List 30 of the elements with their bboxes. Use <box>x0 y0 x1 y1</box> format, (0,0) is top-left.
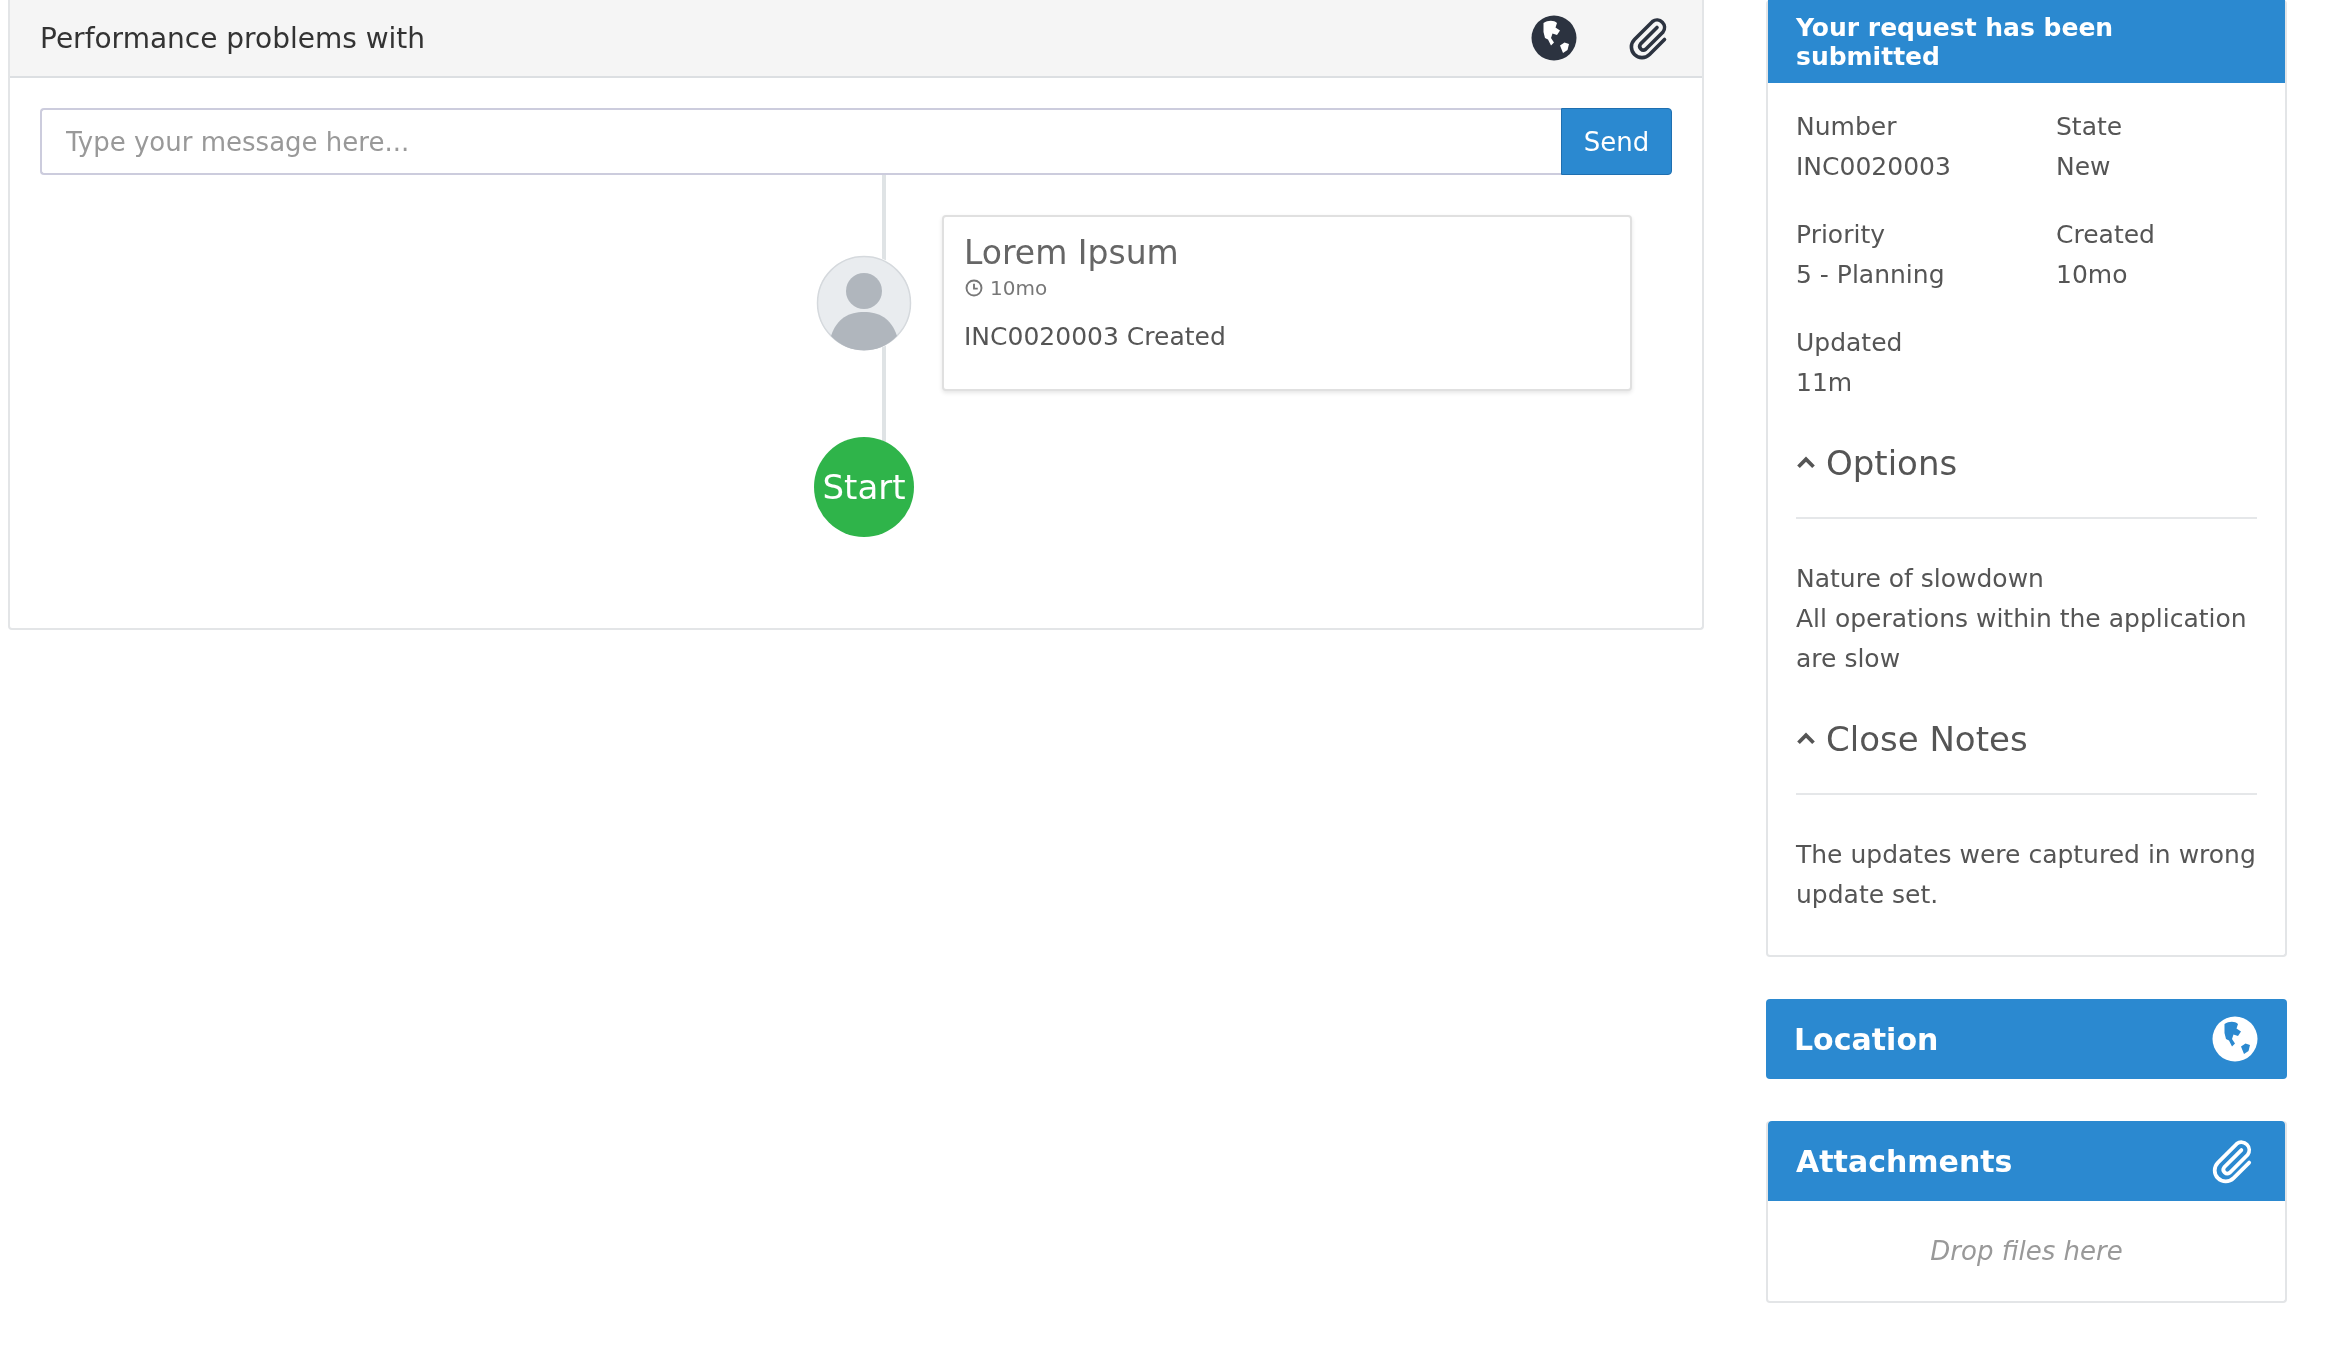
field-value: 11m <box>1796 367 1854 399</box>
field-label: Number <box>1796 111 1898 143</box>
option-value: All operations within the application are slow <box>1796 603 2248 675</box>
location-panel[interactable]: Location <box>1766 999 2287 1079</box>
message-field[interactable]: Type your message here... <box>40 108 1561 175</box>
panel-title: Your request has been submitted <box>1768 0 2285 83</box>
drop-zone-hint: Drop files here <box>1930 1236 2123 1266</box>
timestamp: 10mo <box>990 276 1048 300</box>
field-value: 5 - Planning <box>1796 259 1946 291</box>
field-value: INC0020003 <box>1796 151 1952 183</box>
clock-icon <box>964 278 984 298</box>
panel-title: Attachments <box>1796 1143 2013 1179</box>
section-toggle[interactable]: Options <box>1796 443 2257 483</box>
globe-icon <box>2211 1015 2259 1063</box>
field-label: Priority <box>1796 219 1886 251</box>
note-text: The updates were captured in wrong update set. <box>1796 839 2257 911</box>
conversation-title: Performance problems with <box>40 21 426 55</box>
send-button[interactable]: Send <box>1561 108 1672 175</box>
field-label: Created <box>2056 219 2156 251</box>
author-name: Lorem Ipsum <box>964 233 1180 272</box>
option-label: Nature of slowdown <box>1796 563 2045 595</box>
field-label: Updated <box>1796 327 1904 359</box>
field-value: New <box>2056 151 2112 183</box>
field-value: 10mo <box>2056 259 2129 291</box>
section-toggle[interactable]: Close Notes <box>1796 719 2257 759</box>
timeline-message: INC0020003 Created <box>964 322 1227 351</box>
panel-title: Location <box>1794 1021 1939 1057</box>
globe-icon[interactable] <box>1530 14 1578 62</box>
field-label: State <box>2056 111 2124 143</box>
start-marker: Start <box>814 437 914 537</box>
